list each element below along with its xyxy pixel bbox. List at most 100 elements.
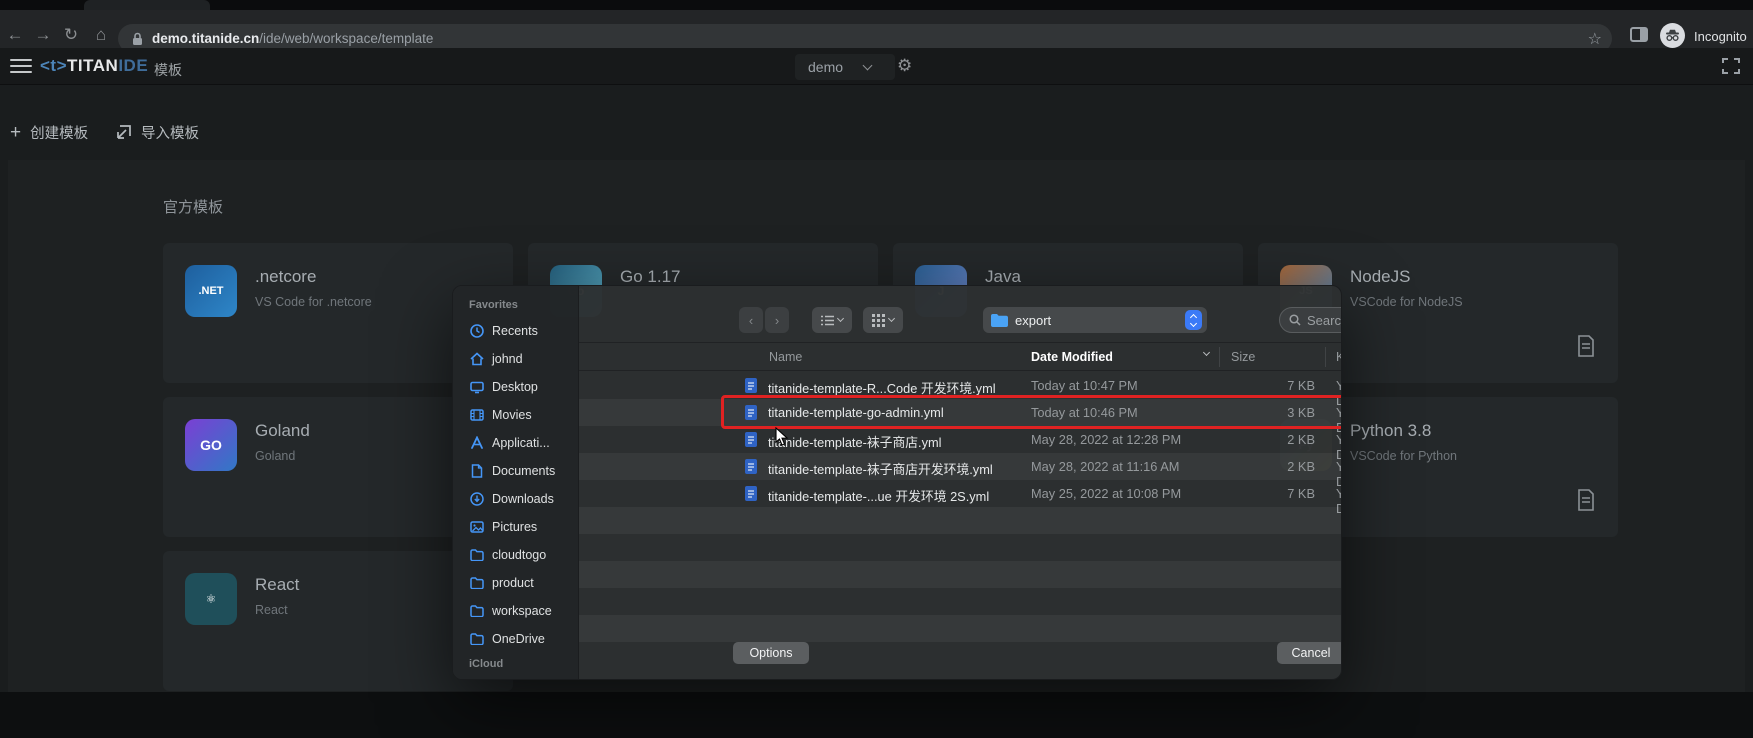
chevron-down-icon — [888, 315, 895, 322]
screen: ← → ↻ ⌂ demo.titanide.cn/ide/web/workspa… — [0, 0, 1753, 738]
template-file-icon[interactable] — [1576, 335, 1596, 357]
reload-icon[interactable]: ↻ — [60, 24, 82, 46]
url-path: /ide/web/workspace/template — [259, 31, 433, 46]
create-template-label: 创建模板 — [30, 122, 88, 143]
sidebar-item-cloudtogo[interactable]: cloudtogo — [453, 541, 578, 569]
empty-row — [579, 561, 1342, 588]
back-icon[interactable]: ← — [4, 24, 26, 46]
url-host: demo.titanide.cn — [152, 31, 259, 46]
search-icon — [1289, 314, 1301, 326]
document-icon — [470, 464, 484, 478]
home-icon[interactable]: ⌂ — [90, 24, 112, 46]
sidebar-item-product[interactable]: product — [453, 569, 578, 597]
yaml-file-icon — [745, 378, 757, 393]
bookmark-star-icon[interactable]: ☆ — [1588, 29, 1602, 49]
side-panel-icon[interactable] — [1630, 27, 1648, 42]
workspace-name[interactable]: demo — [808, 59, 843, 75]
empty-row — [579, 507, 1342, 534]
goland-icon: GO — [185, 419, 237, 471]
location-name: export — [1015, 313, 1051, 328]
column-name[interactable]: Name — [769, 350, 802, 364]
sidebar-item-onedrive[interactable]: OneDrive — [453, 625, 578, 653]
page-title: 模板 — [154, 60, 182, 80]
icloud-label: iCloud — [469, 658, 503, 670]
file-row[interactable]: titanide-template-袜子商店.yml May 28, 2022 … — [579, 426, 1342, 453]
sidebar-item-desktop[interactable]: Desktop — [453, 373, 578, 401]
fullscreen-icon[interactable] — [1722, 58, 1740, 74]
sidebar-item-pictures[interactable]: Pictures — [453, 513, 578, 541]
list-view-icon — [821, 315, 834, 326]
folder-icon — [991, 314, 1008, 327]
nav-buttons: ‹› — [739, 307, 789, 333]
popup-stepper[interactable] — [1185, 310, 1202, 330]
photo-icon — [470, 520, 484, 534]
column-size[interactable]: Size — [1231, 350, 1255, 364]
sidebar-item-johnd[interactable]: johnd — [453, 345, 578, 373]
clock-icon — [470, 324, 484, 338]
chevron-down-icon — [837, 315, 844, 322]
import-icon — [115, 124, 132, 141]
folder-icon — [470, 605, 484, 617]
sort-chevron-icon[interactable] — [1203, 349, 1210, 356]
incognito-avatar[interactable] — [1660, 23, 1685, 48]
forward-button[interactable]: › — [765, 307, 789, 333]
list-view-button[interactable] — [812, 307, 852, 333]
sidebar-item-movies[interactable]: Movies — [453, 401, 578, 429]
file-row[interactable]: titanide-template-袜子商店开发环境.yml May 28, 2… — [579, 453, 1342, 480]
folder-icon — [470, 633, 484, 645]
cancel-button[interactable]: Cancel — [1277, 642, 1342, 664]
sidebar-item-documents[interactable]: Documents — [453, 457, 578, 485]
app-header: <t>TITANIDE 模板 demo ⚙ — [0, 48, 1753, 85]
forward-icon[interactable]: → — [32, 24, 54, 46]
desktop-icon — [470, 380, 484, 394]
gear-icon[interactable]: ⚙ — [897, 56, 912, 76]
grid-view-button[interactable] — [863, 307, 903, 333]
browser-toolbar: ← → ↻ ⌂ demo.titanide.cn/ide/web/workspa… — [0, 10, 1753, 48]
import-template-label: 导入模板 — [141, 122, 199, 143]
favorites-label: Favorites — [469, 299, 518, 311]
file-list-header: Name Date Modified Size Kind — [579, 344, 1342, 371]
dotnet-icon: .NET — [185, 265, 237, 317]
home-icon — [470, 352, 484, 366]
empty-row — [579, 615, 1342, 642]
folder-icon — [470, 577, 484, 589]
file-row[interactable]: titanide-template-...ue 开发环境 2S.yml May … — [579, 480, 1342, 507]
sidebar-item-applications[interactable]: Applicati... — [453, 429, 578, 457]
empty-row — [579, 588, 1342, 615]
import-template-button[interactable]: 导入模板 — [115, 118, 199, 146]
lock-icon — [132, 32, 143, 46]
dialog-main: ‹› export — [579, 286, 1342, 679]
empty-row — [579, 534, 1342, 561]
location-popup[interactable]: export — [983, 307, 1207, 333]
footer-band — [0, 692, 1753, 738]
template-file-icon[interactable] — [1576, 489, 1596, 511]
search-field[interactable] — [1279, 307, 1342, 333]
menu-icon[interactable] — [10, 59, 32, 74]
column-kind[interactable]: Kind — [1336, 350, 1342, 364]
app-logo[interactable]: <t>TITANIDE — [40, 56, 148, 76]
column-date-modified[interactable]: Date Modified — [1031, 350, 1113, 364]
incognito-label: Incognito — [1694, 29, 1747, 44]
browser-tabstrip — [0, 0, 1753, 10]
browser-tab[interactable] — [84, 0, 210, 10]
folder-icon — [470, 549, 484, 561]
search-input[interactable] — [1307, 313, 1342, 328]
highlight-red-box — [721, 395, 1342, 429]
options-button[interactable]: Options — [733, 642, 809, 664]
dialog-sidebar: Favorites Recents johnd Desktop Movies — [453, 286, 579, 679]
dialog-toolbar: ‹› export — [579, 286, 1342, 343]
film-icon — [470, 408, 484, 422]
sidebar-item-downloads[interactable]: Downloads — [453, 485, 578, 513]
back-button[interactable]: ‹ — [739, 307, 763, 333]
mouse-cursor — [775, 427, 789, 447]
sidebar-item-recents[interactable]: Recents — [453, 317, 578, 345]
download-icon — [470, 492, 484, 506]
yaml-file-icon — [745, 459, 757, 474]
plus-icon: + — [10, 123, 21, 142]
sidebar-item-workspace[interactable]: workspace — [453, 597, 578, 625]
grid-view-icon — [872, 314, 885, 327]
incognito-icon — [1665, 29, 1680, 42]
apps-icon — [470, 436, 484, 450]
section-title: 官方模板 — [163, 196, 223, 217]
create-template-button[interactable]: + 创建模板 — [10, 118, 88, 146]
